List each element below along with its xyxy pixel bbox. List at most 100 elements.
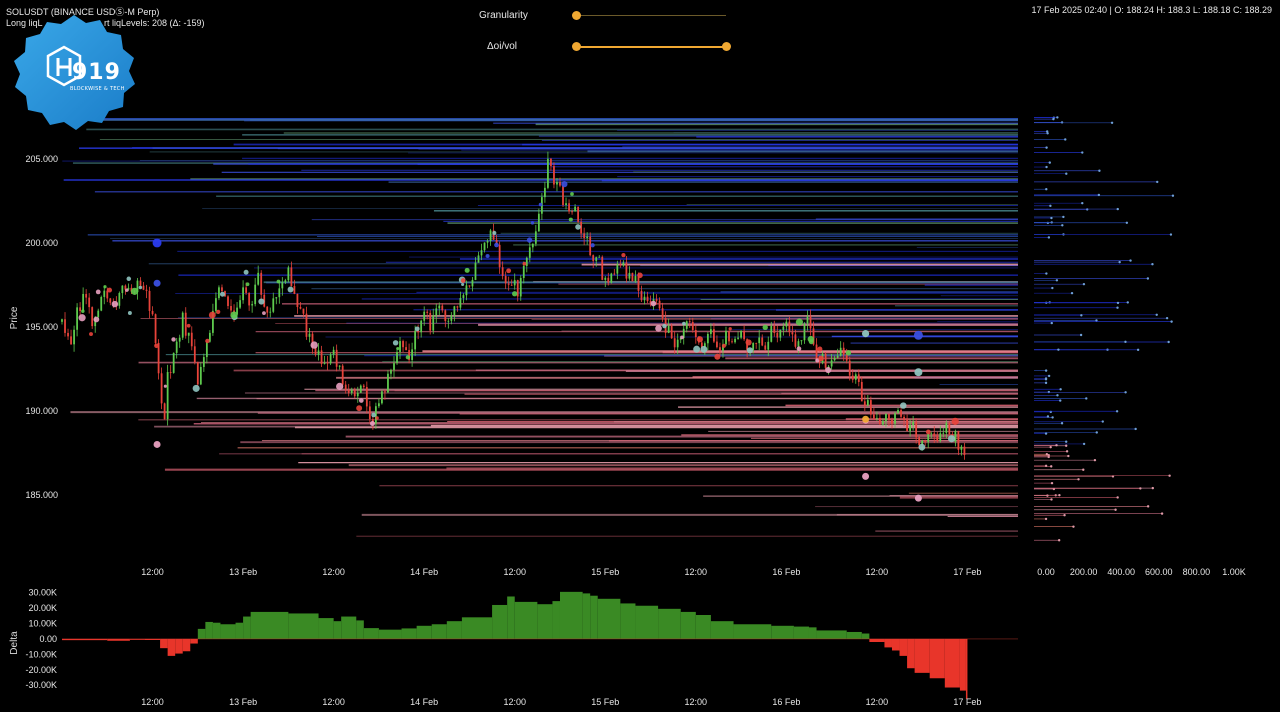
candle-body	[320, 350, 323, 364]
liq-bubble	[900, 402, 907, 409]
candle-body	[79, 307, 82, 311]
candle-body	[631, 272, 634, 282]
liq-histogram-dot	[1050, 465, 1053, 468]
candle-body	[510, 284, 513, 286]
delta-tick-label: 30.00K	[28, 588, 57, 598]
liq-bubble	[154, 343, 159, 349]
liq-bubble-large	[153, 440, 161, 448]
liq-bubble	[795, 318, 803, 326]
liq-histogram-dot	[1046, 415, 1050, 418]
candle-body	[67, 332, 69, 337]
liq-histogram-dot	[1097, 193, 1101, 197]
delta-bar	[243, 616, 251, 639]
candle-body	[815, 344, 818, 359]
delta-tick-label: -10.00K	[25, 649, 57, 659]
candle-body	[444, 310, 447, 322]
candle-body	[347, 389, 350, 393]
liq-histogram-dot	[1065, 172, 1068, 175]
histogram-x-tick-label: 0.00	[1037, 567, 1055, 577]
candle-body	[290, 267, 293, 287]
delta-bar	[944, 638, 960, 688]
liq-bubble	[219, 291, 225, 297]
candle-body	[456, 306, 459, 308]
delta-bar	[492, 604, 508, 639]
candle-body	[88, 297, 91, 308]
delta-bar	[914, 638, 930, 673]
candle-body	[800, 340, 803, 342]
delta-bar	[582, 593, 591, 639]
candle-body	[157, 342, 160, 374]
liq-histogram-dot	[1080, 314, 1083, 317]
candle-body	[193, 346, 196, 363]
delta-bar	[597, 598, 621, 639]
delta-bar	[537, 604, 553, 639]
liq-bubble	[230, 311, 238, 319]
candle-body	[528, 247, 531, 258]
liq-histogram-dot	[1070, 291, 1074, 295]
candle-body	[353, 389, 356, 397]
liq-histogram-dot	[1050, 321, 1053, 325]
candle-body	[948, 422, 951, 435]
candle-body	[483, 242, 486, 251]
candle-body	[836, 355, 839, 358]
liq-histogram-dot	[1129, 259, 1132, 262]
delta-bar	[929, 638, 945, 679]
candle-body	[562, 185, 564, 206]
liq-bubble	[762, 324, 768, 331]
liq-bubble	[107, 287, 113, 293]
price-x-axis: 12:00 13 Feb 12:00 14 Feb 12:00 15 Feb 12:00 16…	[141, 567, 981, 577]
liq-bubble	[825, 367, 832, 374]
candle-body	[534, 231, 537, 244]
delta-bar	[190, 638, 198, 644]
candle-body	[272, 298, 275, 312]
candle-body	[607, 277, 610, 283]
candle-body	[531, 243, 534, 248]
candle-body	[341, 365, 344, 385]
delta-bar	[220, 624, 236, 639]
candle-body	[803, 323, 806, 341]
candle-body	[459, 297, 462, 308]
candle-body	[275, 297, 278, 299]
liq-histogram-dot	[1116, 496, 1119, 499]
liq-bubble	[570, 192, 574, 196]
liq-bubble	[163, 384, 167, 388]
candle-body	[384, 391, 386, 393]
liq-bubble	[512, 291, 518, 297]
candle-body	[196, 362, 199, 385]
liq-bubble	[126, 276, 132, 282]
candle-body	[637, 276, 640, 291]
candle-body	[595, 257, 598, 261]
candle-body	[103, 290, 106, 297]
liq-bubble	[208, 311, 216, 319]
liq-histogram-dot	[1064, 138, 1067, 141]
candle-body	[498, 244, 501, 268]
price-tick-label: 195.000	[25, 322, 58, 332]
liq-histogram-dot	[1151, 263, 1154, 266]
liq-bubble	[111, 300, 119, 308]
delta-bar	[869, 638, 885, 642]
delta-bar	[514, 601, 538, 639]
liq-histogram-dot	[1114, 508, 1117, 511]
candle-body	[743, 330, 746, 340]
candle-body	[863, 401, 866, 406]
candle-body	[432, 315, 435, 331]
delta-chart	[62, 591, 1018, 700]
delta-bar	[431, 624, 447, 639]
delta-bar	[212, 622, 221, 639]
candle-body	[118, 293, 121, 306]
liq-histogram-dot	[1146, 277, 1150, 280]
liquidation-levels	[62, 118, 1018, 537]
liq-bubble	[461, 282, 465, 287]
candle-body	[918, 437, 921, 446]
candle-body	[942, 432, 945, 434]
delta-bar	[378, 629, 402, 639]
candle-body	[553, 166, 555, 185]
candle-body	[791, 332, 794, 335]
liq-histogram-dot	[1044, 464, 1048, 468]
liq-bubble	[745, 339, 752, 346]
liq-bubble	[808, 339, 814, 345]
candle-body	[625, 262, 628, 279]
candle-body	[565, 203, 567, 206]
liq-bubble	[358, 398, 364, 403]
delta-bar	[861, 633, 870, 639]
